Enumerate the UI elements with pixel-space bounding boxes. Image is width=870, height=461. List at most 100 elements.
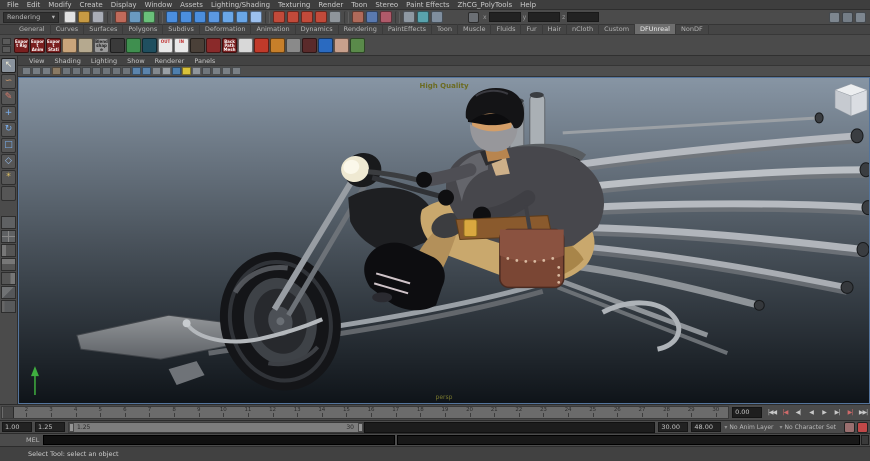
make-live[interactable] (329, 11, 341, 23)
shelf-green-character[interactable] (126, 38, 141, 53)
film-gate-icon[interactable] (72, 67, 81, 75)
resolution-gate-icon[interactable] (82, 67, 91, 75)
layout-outliner-persp[interactable] (1, 286, 16, 299)
shelf-tab[interactable]: Hair (543, 24, 567, 34)
select-object-mask[interactable] (129, 11, 141, 23)
range-start-handle[interactable] (69, 423, 74, 432)
command-input[interactable] (43, 435, 395, 445)
timeline-frame-tick[interactable]: 5 (88, 407, 113, 418)
play-forward-button[interactable]: ▶ (818, 407, 830, 419)
shelf-tab[interactable]: Fluids (491, 24, 521, 34)
timeline-frame-tick[interactable]: 2 (14, 407, 39, 418)
anim-layer-dropdown[interactable]: ▾ No Anim Layer (724, 424, 773, 431)
shelf-character-head[interactable] (62, 38, 77, 53)
menu-item[interactable]: Assets (176, 1, 207, 9)
animation-start-field[interactable]: 1.00 (2, 422, 32, 432)
timeline-frame-tick[interactable]: 13 (285, 407, 310, 418)
menu-item[interactable]: Create (75, 1, 106, 9)
output-connections[interactable] (366, 11, 378, 23)
shelf-tab-arrow-icon[interactable] (2, 38, 11, 45)
status-icon[interactable] (395, 11, 400, 24)
timeline-frame-tick[interactable]: 9 (186, 407, 211, 418)
shelf-capsule[interactable] (238, 38, 253, 53)
smooth-shade-icon[interactable] (162, 67, 171, 75)
shelf-clapperboard[interactable] (110, 38, 125, 53)
timeline-frame-tick[interactable]: 19 (433, 407, 458, 418)
menu-item[interactable]: Toon (347, 1, 371, 9)
script-editor-button[interactable] (861, 435, 869, 445)
playback-start-field[interactable]: 1.25 (35, 422, 65, 432)
new-scene-button[interactable] (64, 11, 76, 23)
snap-to-grid[interactable] (273, 11, 285, 23)
timeline-frame-tick[interactable]: 18 (408, 407, 433, 418)
go-to-end-button[interactable]: ▶▶| (857, 407, 869, 419)
viewport[interactable]: High Quality persp (18, 77, 870, 404)
shelf-tab[interactable]: Custom (599, 24, 635, 34)
timeline-frame-tick[interactable]: 14 (310, 407, 335, 418)
viewport-canvas[interactable] (19, 78, 869, 403)
step-forward-frame-button[interactable]: ▶| (831, 407, 843, 419)
rotate-tool[interactable]: ↻ (1, 122, 16, 137)
shelf-tab[interactable]: nCloth (567, 24, 599, 34)
open-scene-button[interactable] (78, 11, 90, 23)
scale-tool[interactable]: □ (1, 138, 16, 153)
shelf-tab[interactable]: Toon (432, 24, 458, 34)
snap-to-plane[interactable] (315, 11, 327, 23)
status-icon[interactable] (344, 11, 349, 24)
timeline-frame-tick[interactable]: 22 (507, 407, 532, 418)
playback-end-field[interactable]: 30.00 (658, 422, 688, 432)
shelf-tab[interactable]: Subdivs (163, 24, 200, 34)
safe-title-icon[interactable] (122, 67, 131, 75)
layout-single-persp[interactable] (1, 216, 16, 229)
menu-item[interactable]: Edit (23, 1, 45, 9)
timeline-frame-tick[interactable]: 10 (211, 407, 236, 418)
isolate-select-icon[interactable] (212, 67, 221, 75)
select-hierarchy-mask[interactable] (115, 11, 127, 23)
select-component-mask[interactable] (143, 11, 155, 23)
shelf-check-out[interactable]: OUT (158, 38, 173, 53)
panel-menu-item[interactable]: Show (122, 57, 150, 65)
save-scene-button[interactable] (92, 11, 104, 23)
menu-item[interactable]: Modify (44, 1, 75, 9)
layout-four-view[interactable] (1, 230, 16, 243)
shelf-tab[interactable]: PaintEffects (383, 24, 432, 34)
layout-persp-graph[interactable] (1, 272, 16, 285)
ipr-render[interactable] (417, 11, 429, 23)
shelf-tab[interactable]: Polygons (123, 24, 163, 34)
layout-hypershade-persp[interactable] (1, 258, 16, 271)
render-settings[interactable] (431, 11, 443, 23)
layout-custom[interactable] (1, 300, 16, 313)
shelf-tab[interactable]: DFUnreal (635, 24, 676, 34)
step-back-key-button[interactable]: |◀ (779, 407, 791, 419)
menu-item[interactable]: Help (516, 1, 540, 9)
shelf-checker-grid[interactable] (286, 38, 301, 53)
shelf-red-crosshair[interactable] (302, 38, 317, 53)
image-plane-icon[interactable] (52, 67, 61, 75)
show-manipulator[interactable]: * (1, 170, 16, 185)
menu-item[interactable]: Display (107, 1, 141, 9)
character-set-dropdown[interactable]: ▾ No Character Set (780, 424, 836, 431)
frame-selection-icon[interactable] (142, 67, 151, 75)
panel-menu-item[interactable]: Panels (189, 57, 220, 65)
channel-box-toggle[interactable] (855, 12, 866, 23)
shelf-tab[interactable]: NonDF (676, 24, 709, 34)
timeline-ruler[interactable]: 2345678910111213141516171819202122232425… (1, 406, 729, 419)
gate-mask-icon[interactable] (92, 67, 101, 75)
plugin-shapes-icon[interactable] (232, 67, 241, 75)
field-chart-icon[interactable] (102, 67, 111, 75)
panel-menu-item[interactable]: Shading (49, 57, 85, 65)
timeline-frame-tick[interactable]: 21 (482, 407, 507, 418)
current-time-field[interactable]: 0.00 (732, 407, 762, 418)
shelf-briefcase[interactable] (78, 38, 93, 53)
menu-set-selector[interactable]: Rendering ▾ (3, 12, 59, 23)
command-language-label[interactable]: MEL (26, 436, 39, 444)
universal-manipulator[interactable]: ◇ (1, 154, 16, 169)
shelf-tab[interactable]: Rendering (339, 24, 383, 34)
step-back-frame-button[interactable]: ◀| (792, 407, 804, 419)
tool-settings-toggle[interactable] (842, 12, 853, 23)
timeline-frame-tick[interactable]: 26 (605, 407, 630, 418)
select-all-mask[interactable] (166, 11, 178, 23)
animation-end-field[interactable]: 48.00 (691, 422, 721, 432)
camera-attributes-icon[interactable] (32, 67, 41, 75)
current-frame-marker[interactable] (3, 407, 14, 418)
